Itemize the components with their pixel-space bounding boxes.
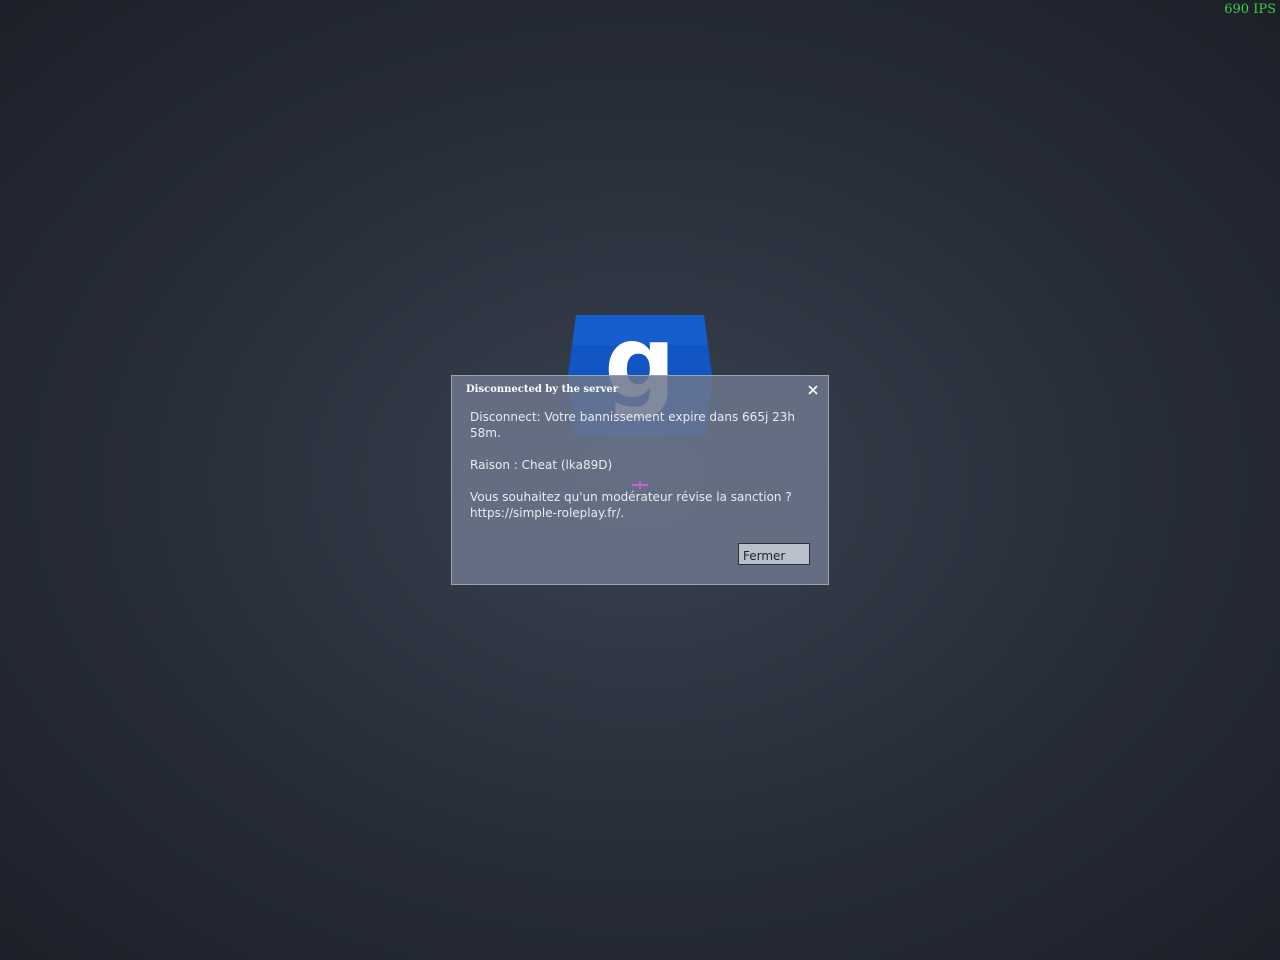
dialog-message: Disconnect: Votre bannissement expire da… [470,409,800,537]
dialog-title: Disconnected by the server [466,384,619,395]
fps-counter: 690 IPS [1224,2,1276,17]
appeal-text: Vous souhaitez qu'un modérateur révise l… [470,490,792,520]
ban-reason-text: Raison : Cheat (lka89D) [470,458,613,472]
crosshair-icon [632,475,648,489]
close-button[interactable]: Fermer [738,543,810,565]
close-icon[interactable] [806,383,820,397]
ban-expiry-text: Disconnect: Votre bannissement expire da… [470,410,795,440]
